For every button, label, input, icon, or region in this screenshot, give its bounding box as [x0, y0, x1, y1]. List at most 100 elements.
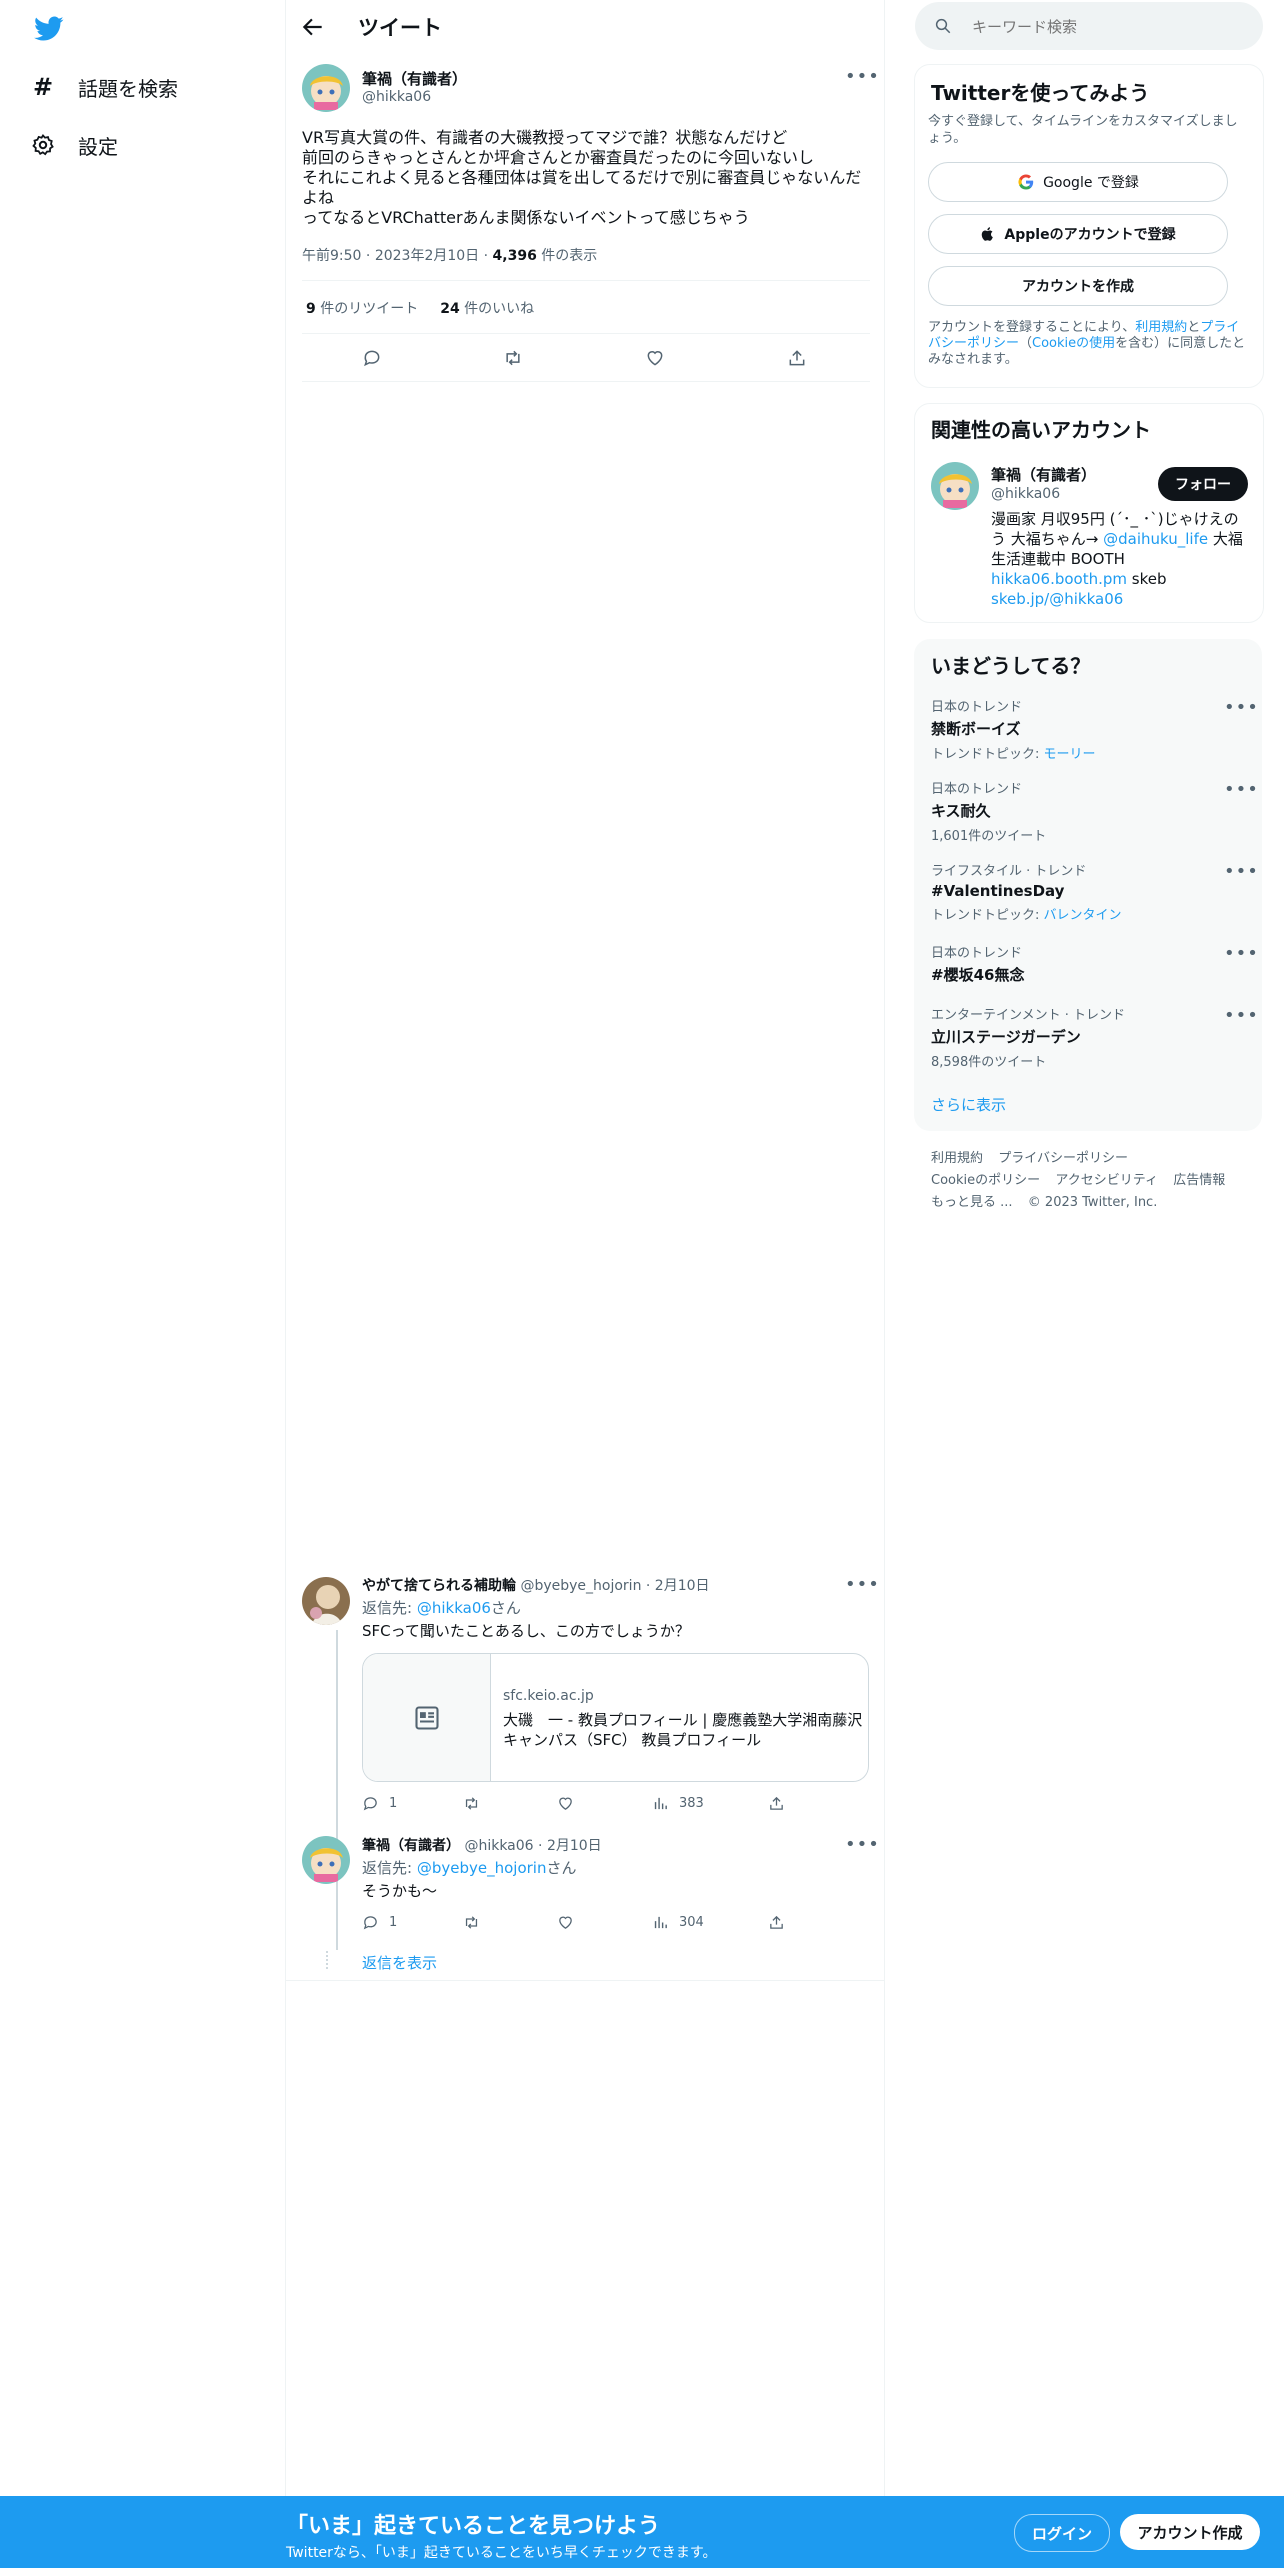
- trend-item[interactable]: エンターテインメント · トレンド 立川ステージガーデン 8,598件のツイート: [931, 1004, 1125, 1070]
- views-button[interactable]: 383: [652, 1795, 704, 1812]
- likes-stat[interactable]: 24 件のいいね: [440, 298, 534, 318]
- footer-privacy-link[interactable]: プライバシーポリシー: [998, 1151, 1128, 1166]
- retweet-icon[interactable]: [500, 345, 526, 371]
- terms-link[interactable]: 利用規約: [1135, 320, 1187, 335]
- like-icon[interactable]: [642, 345, 668, 371]
- relevant-name[interactable]: 筆禍（有識者）: [991, 464, 1096, 485]
- nav-settings[interactable]: 設定: [30, 123, 118, 167]
- create-account-button[interactable]: アカウントを作成: [928, 266, 1228, 306]
- banner-signup-button[interactable]: アカウント作成: [1120, 2514, 1260, 2550]
- reply-button[interactable]: 1: [362, 1914, 397, 1931]
- retweet-button[interactable]: [462, 1795, 481, 1812]
- reply-author-handle[interactable]: @byebye_hojorin: [520, 1578, 641, 1594]
- cookie-link[interactable]: Cookieの使用: [1032, 336, 1115, 351]
- like-button[interactable]: [557, 1795, 574, 1812]
- reply-count: 1: [389, 1915, 398, 1930]
- reply-avatar[interactable]: [302, 1836, 350, 1884]
- trend-sub-prefix: トレンドトピック:: [931, 747, 1044, 762]
- google-signup-button[interactable]: Google で登録: [928, 162, 1228, 202]
- trend-item[interactable]: 日本のトレンド キス耐久 1,601件のツイート: [931, 778, 1046, 844]
- reply-to-handle[interactable]: @hikka06: [417, 1599, 491, 1617]
- author-handle[interactable]: @hikka06: [362, 89, 431, 105]
- share-button[interactable]: [768, 1795, 785, 1812]
- trend-item[interactable]: ライフスタイル · トレンド #ValentinesDay トレンドトピック: …: [931, 860, 1122, 923]
- reply-to-label: 返信先:: [362, 1599, 413, 1617]
- reply-date[interactable]: 2月10日: [655, 1578, 710, 1594]
- bio-link[interactable]: hikka06.booth.pm: [991, 570, 1127, 588]
- reply-header: やがて捨てられる補助輪 @byebye_hojorin · 2月10日: [362, 1578, 710, 1594]
- bio-link[interactable]: @daihuku_life: [1103, 530, 1208, 548]
- reply-button[interactable]: 1: [362, 1795, 397, 1812]
- retweet-icon: [465, 1916, 478, 1929]
- tweet-time[interactable]: 午前9:50: [302, 248, 361, 264]
- nav-explore[interactable]: # 話題を検索: [30, 65, 178, 109]
- trend-item[interactable]: 日本のトレンド #櫻坂46無念: [931, 942, 1024, 985]
- trend-name: 禁断ボーイズ: [931, 720, 1021, 738]
- trend-topic-link[interactable]: バレンタイン: [1044, 908, 1122, 923]
- footer-cookie-link[interactable]: Cookieのポリシー: [931, 1173, 1040, 1188]
- author-name[interactable]: 筆禍（有識者）: [362, 68, 467, 89]
- share-icon[interactable]: [784, 345, 810, 371]
- trend-item[interactable]: 日本のトレンド 禁断ボーイズ トレンドトピック: モーリー: [931, 696, 1096, 762]
- share-button[interactable]: [768, 1914, 785, 1931]
- like-button[interactable]: [557, 1914, 574, 1931]
- apple-signup-label: Appleのアカウントで登録: [1004, 227, 1176, 243]
- more-options-icon[interactable]: •••: [845, 1574, 879, 1600]
- tweet-date[interactable]: 2023年2月10日: [375, 248, 479, 264]
- login-button[interactable]: ログイン: [1014, 2514, 1110, 2552]
- views-count: 383: [679, 1796, 704, 1811]
- column-divider-left: [285, 0, 286, 2568]
- reply-author-name[interactable]: 筆禍（有識者）: [362, 1838, 460, 1854]
- tweet-views-label: 件の表示: [541, 248, 598, 264]
- retweet-button[interactable]: [462, 1914, 481, 1931]
- views-button[interactable]: 304: [652, 1914, 704, 1931]
- search-input[interactable]: [970, 12, 1254, 42]
- signup-legal: アカウントを登録することにより、利用規約とプライバシーポリシー（Cookieの使…: [928, 320, 1246, 368]
- gear-icon: [30, 132, 56, 158]
- trend-more-icon[interactable]: •••: [1224, 779, 1258, 805]
- divider: [302, 381, 870, 382]
- retweets-stat[interactable]: 9 件のリツイート: [306, 298, 418, 318]
- link-card-domain: sfc.keio.ac.jp: [503, 1688, 594, 1704]
- reply-to-handle[interactable]: @byebye_hojorin: [417, 1859, 547, 1877]
- legal-text: （: [1019, 336, 1033, 351]
- show-more-trends-link[interactable]: さらに表示: [931, 1094, 1006, 1115]
- show-replies-link[interactable]: 返信を表示: [362, 1952, 437, 1973]
- trend-category: エンターテインメント · トレンド: [931, 1008, 1126, 1023]
- signup-title: Twitterを使ってみよう: [931, 81, 1150, 105]
- trend-more-icon[interactable]: •••: [1224, 943, 1258, 969]
- tweet-stats: 9 件のリツイート 24 件のいいね: [306, 298, 534, 318]
- reply-avatar[interactable]: [302, 1577, 350, 1625]
- author-avatar[interactable]: [302, 64, 350, 112]
- apple-signup-button[interactable]: Appleのアカウントで登録: [928, 214, 1228, 254]
- reply-to-suffix: さん: [546, 1859, 577, 1877]
- footer-more-link[interactable]: もっと見る ...: [931, 1195, 1013, 1210]
- trend-more-icon[interactable]: •••: [1224, 697, 1258, 723]
- twitter-logo-icon[interactable]: [34, 16, 64, 42]
- relevant-avatar[interactable]: [931, 462, 979, 510]
- nav-explore-label: 話題を検索: [78, 76, 178, 101]
- more-options-icon[interactable]: •••: [845, 66, 879, 92]
- reply-header: 筆禍（有識者） @hikka06 · 2月10日: [362, 1838, 602, 1854]
- footer-ads-link[interactable]: 広告情報: [1173, 1173, 1225, 1188]
- trend-topic-link[interactable]: モーリー: [1044, 747, 1096, 762]
- reply-date[interactable]: 2月10日: [547, 1838, 602, 1854]
- trend-more-icon[interactable]: •••: [1224, 1005, 1258, 1031]
- trend-more-icon[interactable]: •••: [1224, 861, 1258, 887]
- follow-button[interactable]: フォロー: [1158, 467, 1248, 501]
- reply-author-name[interactable]: やがて捨てられる補助輪: [362, 1578, 516, 1594]
- footer-accessibility-link[interactable]: アクセシビリティ: [1055, 1173, 1158, 1188]
- link-card[interactable]: sfc.keio.ac.jp 大磯 一 - 教員プロフィール | 慶應義塾大学湘…: [362, 1653, 869, 1782]
- relevant-handle[interactable]: @hikka06: [991, 486, 1060, 502]
- trend-name: #櫻坂46無念: [931, 966, 1025, 984]
- reply-icon[interactable]: [359, 345, 385, 371]
- search-box[interactable]: [915, 2, 1263, 50]
- bio-link[interactable]: skeb.jp/@hikka06: [991, 590, 1123, 608]
- more-options-icon[interactable]: •••: [845, 1834, 879, 1860]
- reply-text: そうかも～: [362, 1882, 438, 1900]
- reply-to-line: 返信先: @byebye_hojorinさん: [362, 1858, 576, 1878]
- back-arrow-icon[interactable]: [300, 14, 326, 40]
- reply-author-handle[interactable]: @hikka06: [464, 1838, 533, 1854]
- footer-terms-link[interactable]: 利用規約: [931, 1151, 983, 1166]
- banner-subtitle: Twitterなら、「いま」起きていることをいち早くチェックできます。: [286, 2545, 717, 2561]
